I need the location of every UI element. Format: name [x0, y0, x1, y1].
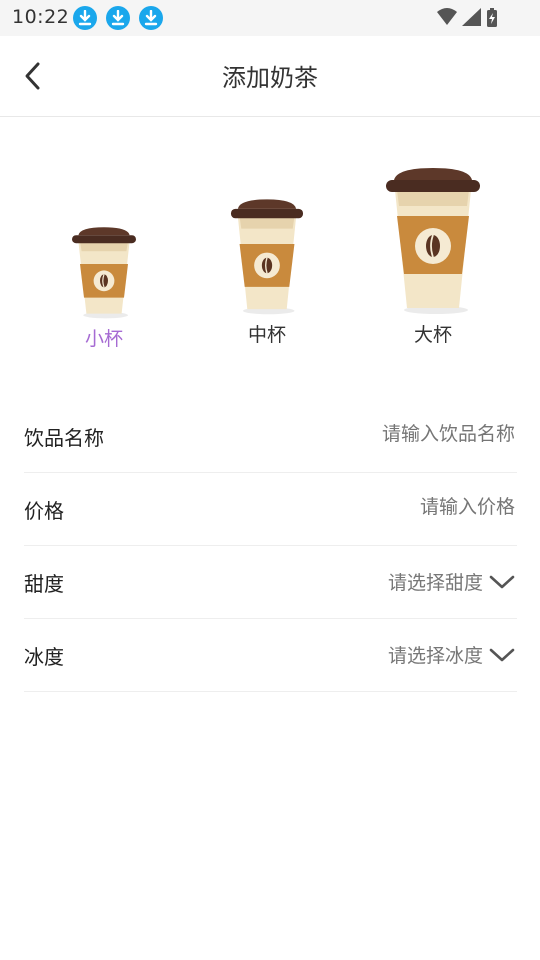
size-option-medium[interactable]: 中杯 [224, 196, 310, 347]
size-option-small[interactable]: 小杯 [62, 224, 146, 351]
battery-icon [487, 8, 497, 27]
download-icon [106, 6, 130, 30]
download-icon [139, 6, 163, 30]
wifi-icon [437, 8, 457, 25]
coffee-cup-icon [386, 168, 480, 314]
coffee-cup-icon [72, 227, 136, 319]
status-time: 10:22 [12, 6, 70, 28]
drink-name-input[interactable] [273, 422, 517, 446]
drink-name-label: 饮品名称 [24, 426, 104, 450]
ice-label: 冰度 [24, 645, 64, 669]
ice-select[interactable]: 冰度 请选择冰度 [24, 619, 517, 692]
chevron-down-icon [489, 648, 515, 662]
status-bar: 10:22 [0, 0, 540, 36]
price-input[interactable] [273, 495, 517, 519]
sweetness-value: 请选择甜度 [387, 572, 483, 594]
page-title: 添加奶茶 [222, 64, 318, 92]
app-header: 添加奶茶 [0, 36, 540, 117]
size-label: 小杯 [84, 328, 123, 350]
drink-name-row: 饮品名称 [24, 400, 517, 473]
price-label: 价格 [24, 499, 64, 523]
coffee-cup-icon [231, 199, 303, 315]
size-option-large[interactable]: 大杯 [383, 164, 483, 347]
chevron-down-icon [489, 575, 515, 589]
signal-icon [462, 8, 481, 26]
size-label: 大杯 [413, 324, 452, 346]
price-row: 价格 [24, 473, 517, 546]
ice-value: 请选择冰度 [387, 645, 483, 667]
sweetness-label: 甜度 [24, 572, 64, 596]
system-status-icons [436, 7, 500, 33]
download-icon [73, 6, 97, 30]
sweetness-select[interactable]: 甜度 请选择甜度 [24, 546, 517, 619]
size-label: 中杯 [247, 324, 286, 346]
